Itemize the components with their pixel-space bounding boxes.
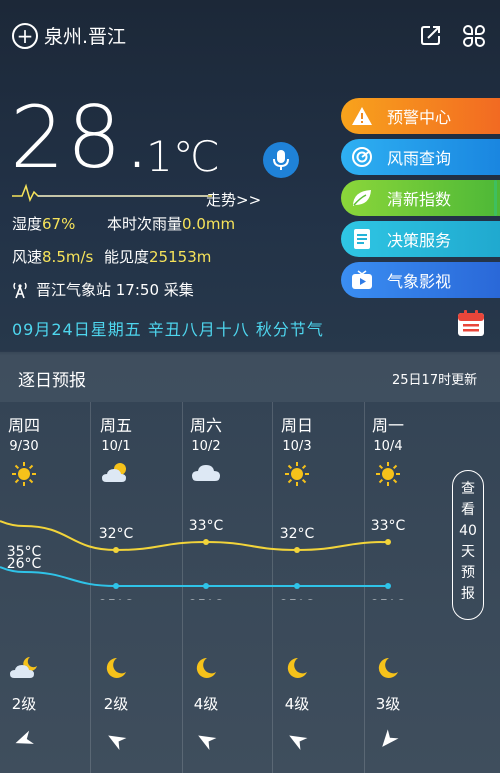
wind-level: 2级 [11,695,37,713]
visibility-label: 能见度 [104,248,150,266]
menu-button-2[interactable]: 清新指数 [341,180,500,216]
radar-icon [351,146,373,168]
day-date: 10/4 [373,439,403,454]
menu-button-label: 清新指数 [387,190,452,209]
city-selector[interactable]: + 泉州.晋江 [12,22,126,49]
wind-level: 4级 [193,695,219,713]
wind-speed-value: 8.5m/s [42,248,94,266]
low-temp-label: 25°C [371,598,406,600]
high-temp-label: 32°C [280,526,315,542]
menu-button-4[interactable]: 气象影视 [341,262,500,298]
low-temp-point [113,583,119,589]
calendar-icon[interactable] [456,308,486,338]
current-temperature: 28. [10,88,153,188]
menu-scroll-indicator[interactable] [494,180,497,216]
day-name: 周日 [280,416,313,435]
day-date: 10/3 [282,439,312,454]
city-name: 泉州.晋江 [44,26,127,48]
menu-button-label: 决策服务 [387,231,452,250]
daily-forecast-title: 逐日预报 [18,371,86,391]
voice-button[interactable] [263,142,299,178]
low-temp-label: 25°C [99,598,134,600]
high-temp-label: 33°C [189,518,224,534]
sun-icon [257,460,337,488]
sun-icon [0,460,64,488]
low-temp-point [294,583,300,589]
day-date: 10/1 [101,439,131,454]
humidity-value: 67% [42,215,76,233]
share-icon[interactable] [420,24,442,46]
high-temp-point [113,547,119,553]
station-row: 晋江气象站 17:50 采集 [12,279,194,300]
menu-grid-icon[interactable] [462,24,486,48]
moon-icon [348,655,428,683]
low-temp-label: 25°C [280,598,315,600]
menu-button-0[interactable]: 预警中心 [341,98,500,134]
humidity-label: 湿度 [12,215,43,233]
high-temp-point [203,539,209,545]
menu-button-1[interactable]: 风雨查询 [341,139,500,175]
high-temp-point [294,547,300,553]
menu-button-label: 预警中心 [387,108,452,127]
daily-update-time: 25日17时更新 [392,373,478,388]
rainfall-row: 本时次雨量0.0mm [107,213,235,234]
microphone-icon [273,150,289,170]
document-icon [351,228,373,250]
leaf-icon [351,187,373,209]
trend-link[interactable]: 走势>> [206,189,261,210]
high-temp-label: 33°C [371,518,406,534]
menu-button-label: 风雨查询 [387,149,452,168]
menu-button-3[interactable]: 决策服务 [341,221,500,257]
warning-icon [351,105,373,127]
moon-icon [257,655,337,683]
high-temp-label: 32°C [99,526,134,542]
cloud-icon [166,460,246,488]
antenna-icon [13,282,27,298]
wind-direction-icon [257,729,337,751]
low-temp-point [385,583,391,589]
visibility-row: 能见度25153m [104,246,211,267]
humidity-row: 湿度67% [12,213,75,234]
wind-direction-icon [348,729,428,751]
low-temp-label: 26°C [7,556,42,572]
wind-direction-icon [76,729,156,751]
forty-day-forecast-label: 查看 40 天预报 [459,481,477,602]
wind-level: 3级 [375,695,401,713]
rainfall-label: 本时次雨量 [107,215,183,233]
cloud-moon-icon [0,655,64,683]
sun-icon [348,460,428,488]
day-date: 9/30 [9,439,39,454]
day-name: 周五 [99,416,132,435]
moon-icon [76,655,156,683]
day-name: 周一 [371,416,404,435]
add-city-icon[interactable]: + [12,22,38,49]
day-name: 周六 [189,416,222,435]
wind-row: 风速8.5m/s [12,246,93,267]
sun-cloud-icon [76,460,156,488]
wind-direction-icon [0,729,64,751]
day-name: 周四 [7,416,40,435]
date-line: 09月24日星期五 辛丑八月十八 秋分节气 [12,320,324,339]
wind-level: 2级 [103,695,129,713]
visibility-value: 25153m [149,248,212,266]
low-temp-line [0,566,388,587]
wind-speed-label: 风速 [12,248,43,266]
moon-icon [166,655,246,683]
wind-direction-icon [166,729,246,751]
menu-button-label: 气象影视 [387,272,452,291]
low-temp-label: 25°C [189,598,224,600]
rainfall-value: 0.0mm [182,215,236,233]
forty-day-forecast-button[interactable]: 查看 40 天预报 [452,470,484,620]
temperature-curves: 35°C32°C33°C32°C33°C26°C25°C25°C25°C25°C [0,518,406,600]
day-date: 10/2 [191,439,221,454]
tv-icon [351,269,373,291]
wind-level: 4级 [284,695,310,713]
station-text: 晋江气象站 17:50 采集 [36,281,194,299]
high-temp-point [385,539,391,545]
current-temperature-decimal: 1℃ [146,132,220,181]
low-temp-point [203,583,209,589]
